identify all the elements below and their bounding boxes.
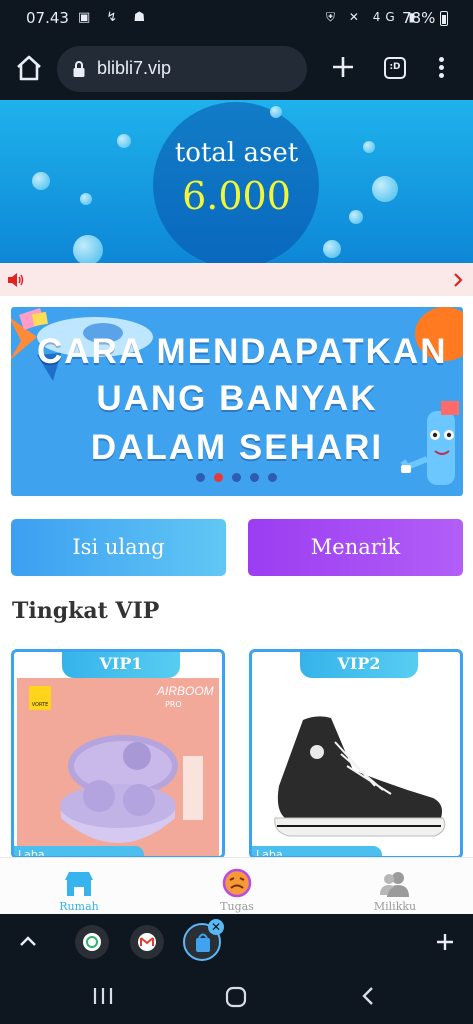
browser-toolbar: blibli7.vip :D [0,38,473,100]
speaker-icon [8,273,24,287]
users-icon [380,872,409,897]
app-bottom-nav: Rumah Tugas Milikku [0,857,473,914]
shop-icon [65,872,93,896]
total-assets-value: 6.000 [182,174,291,218]
chevron-up-icon[interactable] [18,934,38,948]
sneaker-product-image [255,678,457,856]
battery-icon [440,11,448,26]
vip-tab-label: VIP2 [300,652,418,678]
battery-percent: 78% [402,9,436,27]
bubble-decoration [323,240,341,258]
address-bar[interactable]: blibli7.vip [57,46,307,92]
carousel-dot[interactable] [250,473,259,482]
banner-line-3: DALAM SEHARI [90,428,384,467]
recent-apps-icon[interactable] [92,986,114,1006]
recharge-button[interactable]: Isi ulang [11,519,226,576]
status-bar: 07.43 ▣ ↯ ☗ ⛨ ✕ 4G ▮ 78% [0,0,473,38]
task-icon [222,868,252,898]
nav-label-profile: Milikku [373,900,417,913]
status-time: 07.43 [26,9,69,27]
vip-tab-label: VIP1 [62,652,180,678]
lock-icon [73,61,85,77]
announcement-bar[interactable] [0,263,473,296]
camera-app-icon [83,933,101,951]
notification-icons: ▣ ↯ ☗ [78,10,152,25]
banner-line-2: UANG BANYAK [96,379,378,418]
carousel-dot-active[interactable] [214,473,223,482]
carousel-dot[interactable] [196,473,205,482]
add-icon[interactable] [435,932,455,952]
promo-carousel[interactable]: CARA MENDAPATKAN UANG BANYAK DALAM SEHAR… [11,307,463,496]
product-brand-sub: PRO [165,700,182,709]
new-tab-icon[interactable] [330,54,356,80]
carousel-dot[interactable] [268,473,277,482]
vip-card-2[interactable]: VIP2 Laba [249,649,463,859]
bubble-decoration [73,235,103,263]
vorte-logo: VORTE [29,686,51,710]
nav-label-home: Rumah [59,900,99,913]
total-assets-panel: total aset 6.000 [0,100,473,263]
carousel-indicators [196,473,296,485]
bubble-decoration [270,106,282,118]
total-assets-label: total aset [174,138,299,168]
sneaker-illustration [274,716,446,837]
tab-bubble-1[interactable] [75,925,109,959]
banner-line-1: CARA MENDAPATKAN [37,332,448,371]
vip-card-1[interactable]: VIP1 VORTE AIRBOOM PRO Laba [11,649,225,859]
earbuds-product-image: VORTE AIRBOOM PRO [17,678,219,856]
carousel-dot[interactable] [232,473,241,482]
gmail-icon [138,933,156,951]
more-menu-icon[interactable] [431,55,451,81]
nav-label-tasks: Tugas [220,900,254,913]
vip-section-title: Tingkat VIP [12,598,160,624]
home-icon[interactable] [14,53,44,83]
withdraw-button[interactable]: Menarik [248,519,463,576]
product-brand-text: AIRBOOM [157,684,214,698]
tab-switcher-button[interactable]: :D [384,57,406,79]
chevron-right-icon[interactable] [452,272,464,288]
earbuds-illustration [60,735,178,843]
back-icon[interactable] [360,985,376,1007]
network-label: 4G [372,10,400,24]
mascot-illustration [400,401,459,485]
shopping-bag-icon [196,933,210,952]
home-button-icon[interactable] [225,986,247,1008]
spec-panel [183,756,203,820]
close-bubble-icon[interactable]: ✕ [208,919,224,935]
tab-bubble-2[interactable] [130,925,164,959]
system-nav-bar [0,970,473,1024]
url-text: blibli7.vip [97,58,172,78]
browser-bottom-bar: ✕ [0,914,473,970]
